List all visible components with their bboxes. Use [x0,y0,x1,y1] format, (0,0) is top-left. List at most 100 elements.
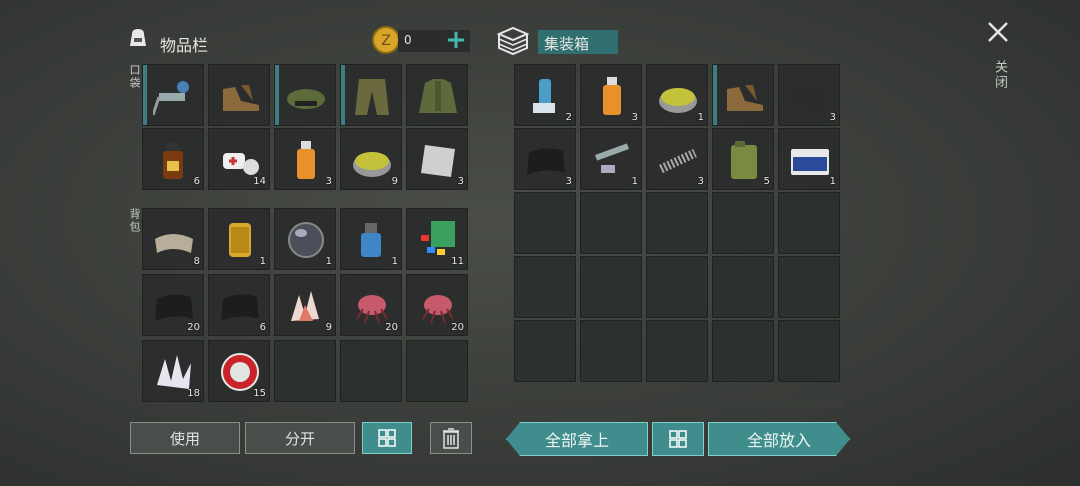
container-slot-empty[interactable] [712,192,774,254]
item-count: 1 [697,112,704,123]
container-slot-spring[interactable]: 3 [646,128,708,190]
take-all-button[interactable]: 全部拿上 [506,422,648,456]
container-slot-jerrycan[interactable]: 5 [712,128,774,190]
dyes-icon [417,219,459,261]
container-slot-vial[interactable]: 3 [580,64,642,126]
grid-icon [378,429,396,447]
item-count: 1 [631,176,638,187]
backpack-slot-empty[interactable] [274,340,336,402]
item-count: 2 [565,112,572,123]
bottle-icon [153,139,195,181]
spring-icon [657,139,699,181]
container-slot-empty[interactable] [514,192,576,254]
pocket-slot-jacket[interactable] [406,64,468,126]
pocket-slot-bandage[interactable]: 14 [208,128,270,190]
item-count: 15 [253,388,266,399]
pocket-slot-cap[interactable] [274,64,336,126]
container-slot-empty[interactable] [514,256,576,318]
item-count: 14 [253,176,266,187]
container-slot-black-cloth[interactable]: 3 [514,128,576,190]
item-count: 3 [631,112,638,123]
vial-icon [285,139,327,181]
sort-button[interactable] [362,422,412,454]
container-slot-empty[interactable] [580,320,642,382]
split-button[interactable]: 分开 [245,422,355,454]
item-count: 9 [391,176,398,187]
container-slot-empty[interactable] [778,192,840,254]
trash-icon [443,428,459,449]
container-slot-boots[interactable] [712,64,774,126]
grid-icon [669,430,687,448]
pocket-slot-boots[interactable] [208,64,270,126]
sort-container-button[interactable] [652,422,704,456]
jerrycan-icon [723,139,765,181]
backpack-slot-black-cloth[interactable]: 6 [208,274,270,336]
container-slot-pipe-parts[interactable]: 1 [580,128,642,190]
jacket-icon [417,75,459,117]
item-count: 3 [697,176,704,187]
svg-text:Z: Z [381,33,391,49]
backpack-slot-empty[interactable] [340,340,402,402]
backpack-slot-spider-part[interactable]: 20 [340,274,402,336]
backpack-slot-bottle-cap[interactable]: 15 [208,340,270,402]
container-slot-empty[interactable] [646,320,708,382]
add-coins-button[interactable]: + [444,27,468,53]
container-slot-empty[interactable] [712,320,774,382]
spider-part-icon [351,285,393,327]
container-slot-empty[interactable] [580,192,642,254]
backpack-slot-lens[interactable]: 1 [274,208,336,270]
item-count: 20 [451,322,464,333]
container-slot-rubber-sheet[interactable]: 3 [778,64,840,126]
lens-icon [285,219,327,261]
backpack-slot-pump[interactable]: 1 [340,208,402,270]
item-count: 9 [325,322,332,333]
pocket-slot-ointment[interactable]: 9 [340,128,402,190]
container-slot-inhaler[interactable]: 2 [514,64,576,126]
inventory-title: 物品栏 [160,36,209,55]
item-count: 6 [259,322,266,333]
backpack-slot-crystal[interactable]: 9 [274,274,336,336]
pump-icon [351,219,393,261]
container-slot-empty[interactable] [646,192,708,254]
boots-icon [723,75,765,117]
inhaler-icon [525,75,567,117]
filter-icon [219,219,261,261]
pocket-slot-metal-sheet[interactable]: 3 [406,128,468,190]
durability-bar [143,65,147,125]
pocket-slot-vial[interactable]: 3 [274,128,336,190]
container-slot-empty[interactable] [778,320,840,382]
container-slot-empty[interactable] [778,256,840,318]
use-button[interactable]: 使用 [130,422,240,454]
durability-bar [341,65,345,125]
item-count: 20 [187,322,200,333]
container-slot-empty[interactable] [646,256,708,318]
backpack-slot-black-cloth[interactable]: 20 [142,274,204,336]
black-cloth-icon [219,285,261,327]
backpack-slot-filter[interactable]: 1 [208,208,270,270]
item-count: 1 [259,256,266,267]
backpack-slot-dyes[interactable]: 11 [406,208,468,270]
pocket-slot-drill[interactable] [142,64,204,126]
pocket-slot-bottle[interactable]: 6 [142,128,204,190]
container-slot-empty[interactable] [580,256,642,318]
bandage-icon [219,139,261,181]
close-button[interactable] [984,18,1012,46]
container-slot-battery[interactable]: 1 [778,128,840,190]
backpack-slot-spider-part[interactable]: 20 [406,274,468,336]
pocket-slot-pants[interactable] [340,64,402,126]
backpack-slot-cloth-roll[interactable]: 8 [142,208,204,270]
backpack-slot-empty[interactable] [406,340,468,402]
container-slot-empty[interactable] [712,256,774,318]
rubber-sheet-icon [789,75,831,117]
put-all-button[interactable]: 全部放入 [708,422,850,456]
container-slot-empty[interactable] [514,320,576,382]
item-count: 8 [193,256,200,267]
ointment-icon [657,75,699,117]
cap-icon [285,75,327,117]
item-count: 3 [325,176,332,187]
container-slot-ointment[interactable]: 1 [646,64,708,126]
trash-button[interactable] [430,422,472,454]
item-count: 18 [187,388,200,399]
item-count: 1 [391,256,398,267]
backpack-slot-quartz[interactable]: 18 [142,340,204,402]
